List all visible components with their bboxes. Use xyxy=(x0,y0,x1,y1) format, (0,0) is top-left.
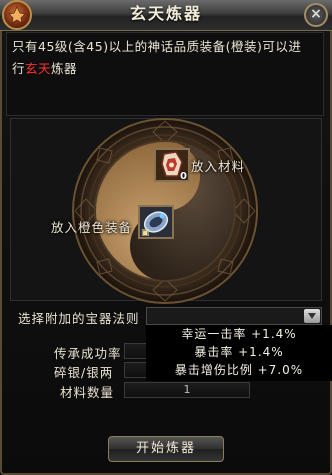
start-refine-button[interactable]: 开始炼器 xyxy=(108,436,224,462)
description-suffix: 炼器 xyxy=(51,61,78,76)
artifact-rule-options: 幸运一击率 +1.4% 暴击率 +1.4% 暴击增伤比例 +7.0% xyxy=(146,325,332,381)
description-text: 只有45级(含45)以上的神话品质装备(橙装)可以进行玄天炼器 xyxy=(12,36,312,80)
equipment-lock-icon: ▣ xyxy=(141,228,150,238)
equipment-slot-label: 放入橙色装备 xyxy=(51,220,133,235)
dropdown-option[interactable]: 幸运一击率 +1.4% xyxy=(146,325,332,343)
cost-label: 碎银/银两 xyxy=(54,365,114,380)
description-highlight: 玄天 xyxy=(25,61,52,76)
dropdown-option[interactable]: 暴击增伤比例 +7.0% xyxy=(146,361,332,379)
window-title: 玄天炼器 xyxy=(129,4,202,23)
material-count-label: 材料数量 xyxy=(60,385,115,400)
chevron-down-icon[interactable] xyxy=(304,309,320,323)
material-quantity: 0 xyxy=(180,171,187,182)
material-count-value: 1 xyxy=(124,382,250,398)
material-slot-label: 放入材料 xyxy=(191,159,246,174)
artifact-rule-dropdown[interactable] xyxy=(146,307,322,325)
close-button[interactable]: × xyxy=(304,3,328,27)
material-slot[interactable]: 0 xyxy=(154,148,190,182)
dropdown-option[interactable]: 暴击率 +1.4% xyxy=(146,343,332,361)
equipment-slot[interactable]: ▣ xyxy=(138,205,174,239)
artifact-rule-label: 选择附加的宝器法则 xyxy=(18,311,140,326)
success-rate-label: 传承成功率 xyxy=(54,346,122,361)
